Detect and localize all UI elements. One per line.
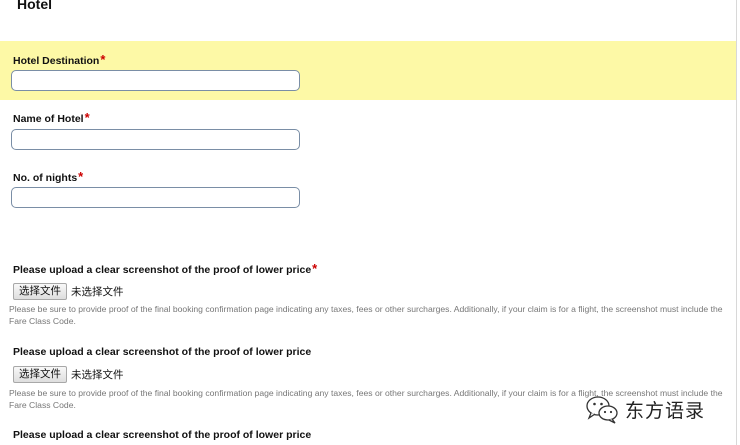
watermark-text: 东方语录 xyxy=(625,399,706,422)
page-right-border xyxy=(736,0,737,445)
hotel-name-label-text: Name of Hotel xyxy=(13,113,84,125)
nights-label-text: No. of nights xyxy=(13,172,78,184)
hotel-name-label: Name of Hotel* xyxy=(13,110,90,125)
upload-2-choose-file-button[interactable]: 选择文件 xyxy=(13,366,67,383)
upload-1-choose-file-button[interactable]: 选择文件 xyxy=(13,283,67,300)
upload-1-help-text: Please be sure to provide proof of the f… xyxy=(9,304,723,326)
wechat-logo-icon xyxy=(586,396,618,424)
upload-2-file-control: 选择文件 未选择文件 xyxy=(13,366,124,383)
upload-1-label-text: Please upload a clear screenshot of the … xyxy=(13,264,312,276)
upload-1-label: Please upload a clear screenshot of the … xyxy=(13,261,317,276)
hotel-destination-label: Hotel Destination* xyxy=(13,52,105,67)
upload-2-file-status: 未选择文件 xyxy=(71,369,124,381)
nights-input[interactable] xyxy=(11,187,300,208)
hotel-name-input[interactable] xyxy=(11,129,300,150)
required-marker: * xyxy=(78,169,84,184)
required-marker: * xyxy=(312,261,318,276)
upload-2-label: Please upload a clear screenshot of the … xyxy=(13,346,311,358)
upload-2-label-text: Please upload a clear screenshot of the … xyxy=(13,346,312,358)
hotel-destination-label-text: Hotel Destination xyxy=(13,55,100,67)
upload-1-file-control: 选择文件 未选择文件 xyxy=(13,283,124,300)
section-title: Hotel xyxy=(17,0,52,12)
upload-1-file-status: 未选择文件 xyxy=(71,286,124,298)
required-marker: * xyxy=(100,52,106,67)
required-marker: * xyxy=(84,110,90,125)
upload-3-label-text: Please upload a clear screenshot of the … xyxy=(13,429,312,441)
upload-3-label: Please upload a clear screenshot of the … xyxy=(13,429,311,441)
nights-label: No. of nights* xyxy=(13,169,83,184)
hotel-destination-input[interactable] xyxy=(11,70,300,91)
watermark: 东方语录 xyxy=(585,394,705,424)
